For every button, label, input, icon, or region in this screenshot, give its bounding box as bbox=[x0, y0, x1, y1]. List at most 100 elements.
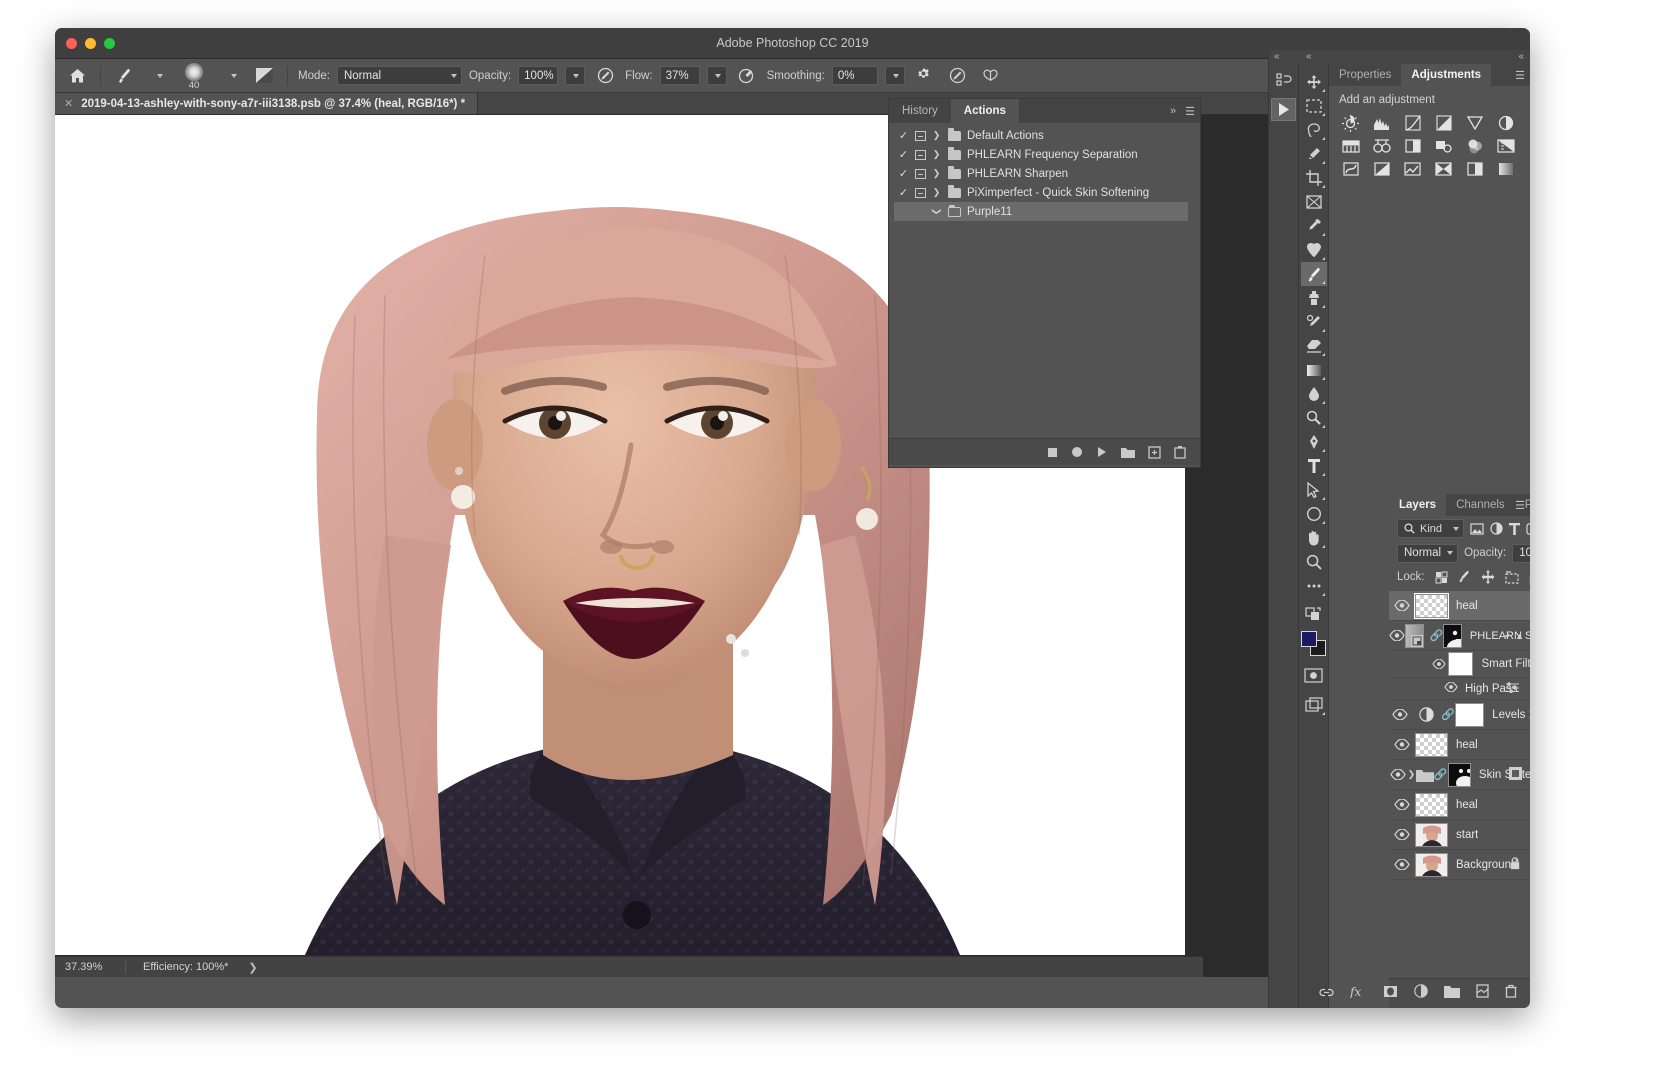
panel-menu-icon[interactable]: ☰ bbox=[1515, 69, 1525, 82]
flow-dropdown[interactable] bbox=[706, 66, 727, 85]
filter-kind-select[interactable]: Kind bbox=[1397, 519, 1465, 538]
collapse-rail-icon[interactable]: « bbox=[1274, 51, 1280, 62]
smart-filter-visibility-icon[interactable] bbox=[1444, 681, 1458, 695]
history-brush-tool[interactable] bbox=[1301, 310, 1327, 334]
blend-mode-select[interactable]: Normal bbox=[336, 66, 462, 85]
move-tool[interactable] bbox=[1301, 70, 1327, 94]
type-filter-icon[interactable] bbox=[1509, 519, 1521, 538]
lock-transparent-pixels-icon[interactable] bbox=[1435, 571, 1448, 584]
tab-layers[interactable]: Layers bbox=[1389, 494, 1447, 516]
smart-filters-row[interactable]: Smart Filters bbox=[1389, 651, 1530, 678]
layer-name[interactable]: heal bbox=[1454, 739, 1478, 751]
hue-saturation-icon[interactable] bbox=[1494, 113, 1517, 133]
brush-settings-chevron-icon[interactable] bbox=[218, 64, 244, 88]
layer-row[interactable]: Background bbox=[1389, 850, 1530, 880]
smoothing-input[interactable]: 0% bbox=[831, 66, 878, 85]
layer-visibility-icon[interactable] bbox=[1389, 859, 1415, 870]
pen-tool[interactable] bbox=[1301, 430, 1327, 454]
screen-mode-icon[interactable] bbox=[1301, 693, 1327, 717]
chevron-up-icon[interactable]: ▲ bbox=[1515, 631, 1524, 641]
layer-thumbnail[interactable] bbox=[1414, 592, 1449, 619]
foreground-color-swatch[interactable] bbox=[1300, 631, 1317, 647]
tab-properties[interactable]: Properties bbox=[1329, 64, 1401, 86]
layer-visibility-icon[interactable] bbox=[1389, 600, 1415, 611]
delete-layer-icon[interactable] bbox=[1505, 984, 1517, 1003]
layer-row[interactable]: heal bbox=[1389, 790, 1530, 820]
layer-thumbnail[interactable] bbox=[1415, 852, 1448, 877]
chevron-right-icon[interactable]: ❯ bbox=[929, 149, 944, 160]
selective-color-icon[interactable] bbox=[1432, 159, 1455, 179]
action-row-selected[interactable]: ❯ Purple11 bbox=[894, 202, 1188, 221]
quick-mask-icon[interactable] bbox=[1301, 663, 1327, 687]
layer-thumbnail[interactable] bbox=[1415, 822, 1448, 847]
layer-name[interactable]: heal bbox=[1454, 799, 1478, 811]
layer-group-name[interactable]: Skin Softening bbox=[1477, 769, 1530, 781]
rectangular-marquee-tool[interactable] bbox=[1301, 94, 1327, 118]
type-tool[interactable] bbox=[1301, 454, 1327, 478]
eraser-tool[interactable] bbox=[1301, 334, 1327, 358]
action-toggle-checkbox[interactable]: ✓ bbox=[895, 148, 912, 161]
posterize-icon[interactable] bbox=[1339, 159, 1362, 179]
mask-link-icon[interactable]: 🔗 bbox=[1430, 629, 1444, 642]
brush-icon[interactable] bbox=[111, 64, 137, 88]
layer-list[interactable]: heal 🔗 PHLEARN Sharpen +1 bbox=[1389, 591, 1530, 974]
gradient-map-icon[interactable] bbox=[1401, 159, 1424, 179]
action-row[interactable]: ✓ ❯ Default Actions bbox=[889, 126, 1200, 145]
mask-link-icon[interactable]: 🔗 bbox=[1441, 708, 1455, 721]
action-toggle-checkbox[interactable]: ✓ bbox=[895, 129, 912, 142]
layer-thumbnail[interactable] bbox=[1415, 732, 1448, 757]
color-balance-icon[interactable] bbox=[1339, 136, 1362, 156]
eyedropper-tool[interactable] bbox=[1301, 214, 1327, 238]
zoom-tool[interactable] bbox=[1301, 550, 1327, 574]
chevron-right-icon[interactable]: ❯ bbox=[929, 187, 944, 198]
adjustment-filter-icon[interactable] bbox=[1490, 519, 1503, 538]
dodge-tool[interactable] bbox=[1301, 406, 1327, 430]
smart-filters-visibility-icon[interactable] bbox=[1429, 659, 1448, 669]
lock-image-pixels-icon[interactable] bbox=[1458, 570, 1471, 584]
tab-adjustments[interactable]: Adjustments bbox=[1401, 64, 1492, 86]
layer-mask-thumbnail[interactable] bbox=[1443, 623, 1462, 648]
channel-mixer-icon[interactable] bbox=[1432, 136, 1455, 156]
symmetry-butterfly-icon[interactable] bbox=[978, 64, 1004, 88]
lasso-tool[interactable] bbox=[1301, 118, 1327, 142]
brush-panel-icon[interactable] bbox=[251, 64, 277, 88]
zoom-level[interactable]: 37.39% bbox=[55, 961, 125, 973]
add-mask-icon[interactable] bbox=[1383, 985, 1398, 1003]
smoothing-dropdown[interactable] bbox=[884, 66, 905, 85]
crop-tool[interactable] bbox=[1301, 166, 1327, 190]
color-swatches[interactable] bbox=[1300, 631, 1327, 657]
link-layers-icon[interactable] bbox=[1319, 985, 1334, 1003]
tab-actions[interactable]: Actions bbox=[950, 99, 1019, 123]
brightness-contrast-icon[interactable] bbox=[1339, 113, 1362, 133]
action-dialog-toggle[interactable] bbox=[912, 187, 929, 198]
photo-filter-icon[interactable] bbox=[1401, 136, 1424, 156]
invert-icon[interactable] bbox=[1494, 136, 1517, 156]
layer-name[interactable]: start bbox=[1454, 829, 1478, 841]
delete-icon[interactable] bbox=[1174, 445, 1186, 459]
filter-settings-icon[interactable] bbox=[1505, 681, 1520, 696]
layer-visibility-icon[interactable] bbox=[1389, 799, 1415, 810]
more-tools[interactable] bbox=[1301, 574, 1327, 598]
layer-visibility-icon[interactable] bbox=[1389, 769, 1407, 780]
pressure-opacity-icon[interactable] bbox=[592, 64, 618, 88]
lock-all-icon[interactable] bbox=[1529, 570, 1530, 584]
threshold-icon[interactable] bbox=[1370, 159, 1393, 179]
layer-row[interactable]: 🔗 PHLEARN Sharpen +1 ◕ ▲ bbox=[1389, 621, 1530, 651]
spot-healing-brush-tool[interactable] bbox=[1301, 238, 1327, 262]
brush-tool[interactable] bbox=[1300, 262, 1327, 286]
action-dialog-toggle[interactable] bbox=[912, 168, 929, 179]
default-colors-icon[interactable] bbox=[1301, 602, 1327, 626]
group-mask-thumbnail[interactable] bbox=[1447, 762, 1471, 787]
record-icon[interactable] bbox=[1071, 446, 1083, 458]
layer-row[interactable]: start bbox=[1389, 820, 1530, 850]
hand-tool[interactable] bbox=[1301, 526, 1327, 550]
action-toggle-checkbox[interactable]: ✓ bbox=[895, 186, 912, 199]
action-row[interactable]: ✓ ❯ PiXimperfect - Quick Skin Softening bbox=[889, 183, 1200, 202]
action-row[interactable]: ✓ ❯ PHLEARN Sharpen bbox=[889, 164, 1200, 183]
black-white-icon[interactable] bbox=[1370, 136, 1393, 156]
new-adjustment-icon[interactable] bbox=[1414, 984, 1428, 1003]
smart-filters-mask-thumbnail[interactable] bbox=[1448, 652, 1474, 676]
double-chevron-icon[interactable]: » bbox=[1170, 105, 1176, 117]
new-group-icon[interactable] bbox=[1444, 985, 1460, 1003]
layer-blend-mode-select[interactable]: Normal bbox=[1397, 543, 1459, 563]
